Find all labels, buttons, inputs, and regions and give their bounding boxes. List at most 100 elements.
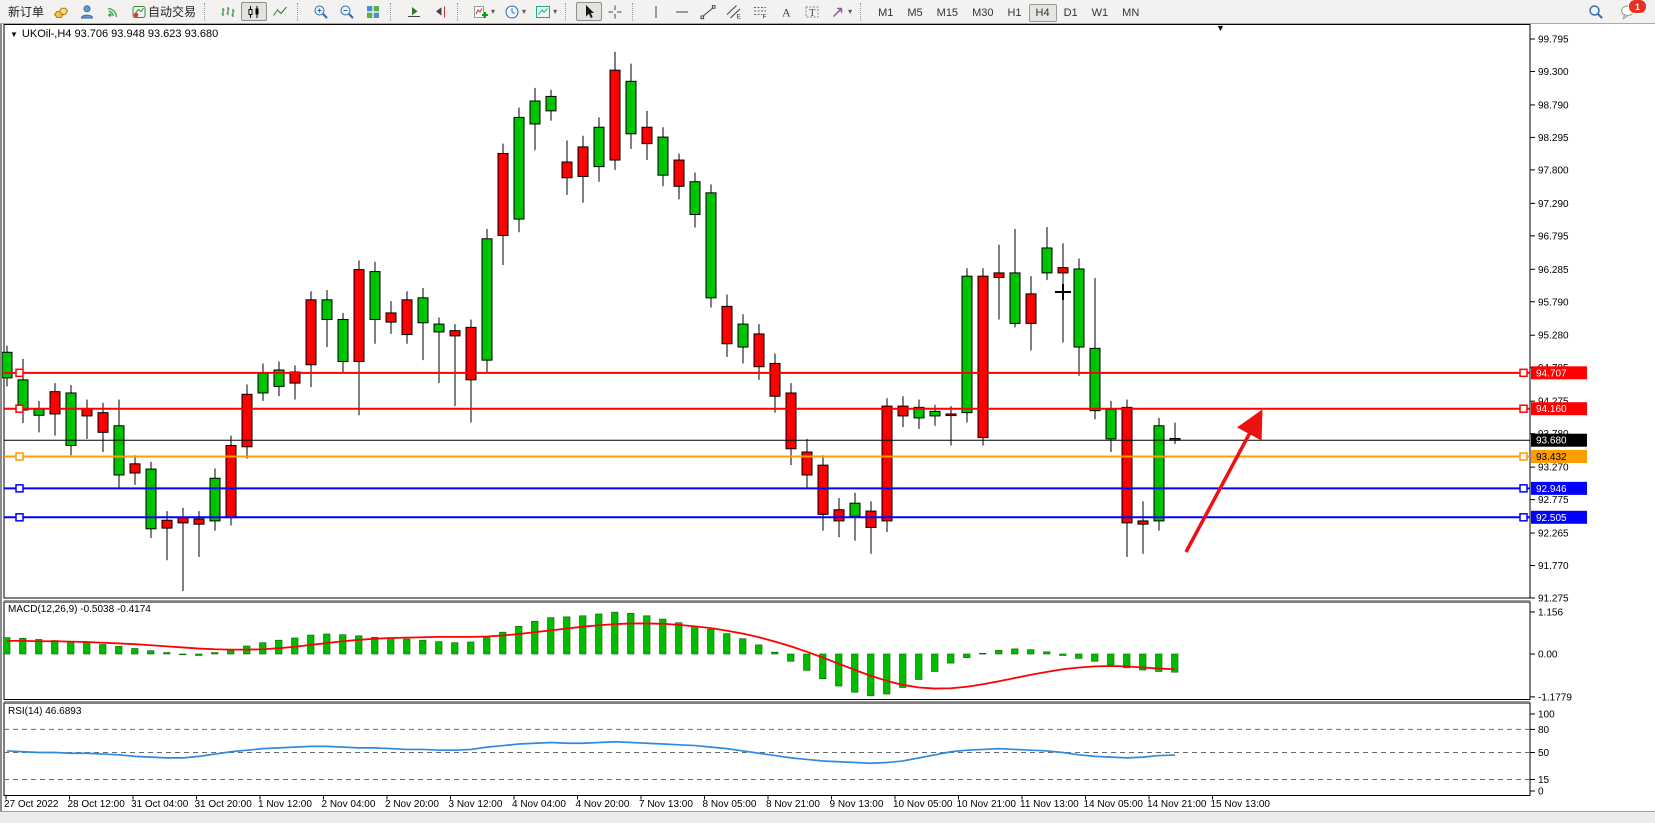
status-bar: [0, 811, 1655, 823]
axis-price-label: 92.946: [1531, 482, 1587, 495]
macd-bar: [852, 654, 859, 692]
macd-bar: [516, 626, 523, 654]
new-order-button[interactable]: 新订单: [4, 0, 48, 23]
candle: [402, 300, 412, 335]
macd-bar: [52, 641, 59, 654]
macd-bar: [996, 650, 1003, 654]
macd-bar: [932, 654, 939, 671]
arrows-button[interactable]: ▾: [825, 0, 856, 23]
search-icon[interactable]: [1583, 2, 1609, 21]
auto-trading-button[interactable]: 自动交易: [126, 0, 200, 23]
text-label-icon[interactable]: T: [799, 2, 825, 21]
periods-button[interactable]: ▾: [499, 0, 530, 23]
svg-text:2 Nov 20:00: 2 Nov 20:00: [385, 799, 439, 810]
collapse-arrow-icon[interactable]: ▼: [1216, 23, 1225, 33]
chart-title: ▼ UKOil-,H4 93.706 93.948 93.623 93.680: [10, 28, 218, 40]
macd-bar: [724, 634, 731, 654]
candle: [1106, 409, 1116, 439]
macd-bar: [580, 616, 587, 654]
svg-text:8 Nov 05:00: 8 Nov 05:00: [703, 799, 757, 810]
vertical-line-icon[interactable]: [643, 2, 669, 21]
macd-bar: [180, 654, 187, 655]
deposit-gold-icon[interactable]: [48, 2, 74, 21]
text-icon[interactable]: A: [773, 2, 799, 21]
svg-text:95.280: 95.280: [1538, 331, 1569, 342]
svg-text:A: A: [782, 5, 791, 19]
candle: [322, 300, 332, 320]
candle: [690, 182, 700, 215]
toolbar-right-tools: 1: [1583, 2, 1651, 21]
timeframe-button-M30[interactable]: M30: [965, 4, 1000, 22]
macd-bar: [676, 623, 683, 654]
line-chart-icon[interactable]: [267, 2, 293, 21]
signal-icon[interactable]: [100, 2, 126, 21]
timeframe-button-H4[interactable]: H4: [1029, 4, 1057, 22]
candle: [1058, 268, 1068, 273]
svg-text:T: T: [809, 7, 815, 18]
chart-canvas[interactable]: 99.79599.30098.79098.29597.80097.29096.7…: [0, 0, 1655, 823]
zoom-out-icon[interactable]: [334, 2, 360, 21]
candle: [98, 413, 108, 433]
window-left-edge: [0, 24, 2, 811]
timeframe-button-H1[interactable]: H1: [1000, 4, 1028, 22]
macd-bar: [836, 654, 843, 686]
svg-text:1 Nov 12:00: 1 Nov 12:00: [258, 799, 312, 810]
svg-text:4 Nov 20:00: 4 Nov 20:00: [576, 799, 630, 810]
timeframe-button-W1[interactable]: W1: [1085, 4, 1116, 22]
svg-text:92.946: 92.946: [1536, 484, 1567, 495]
trendline-icon[interactable]: [695, 2, 721, 21]
auto-scroll-icon[interactable]: [401, 2, 427, 21]
accounts-icon[interactable]: [74, 2, 100, 21]
chart-title-triangle-icon[interactable]: ▼: [10, 30, 18, 39]
templates-button[interactable]: ▾: [530, 0, 561, 23]
horizontal-line-icon[interactable]: [669, 2, 695, 21]
svg-text:28 Oct 12:00: 28 Oct 12:00: [68, 799, 126, 810]
svg-text:99.300: 99.300: [1538, 67, 1569, 78]
svg-text:1.156: 1.156: [1538, 607, 1563, 618]
macd-bar: [692, 626, 699, 654]
zoom-in-icon[interactable]: [308, 2, 334, 21]
candlestick-chart-icon[interactable]: [241, 2, 267, 21]
svg-text:94.707: 94.707: [1536, 368, 1567, 379]
svg-text:99.795: 99.795: [1538, 35, 1569, 46]
macd-bar: [916, 654, 923, 679]
timeframe-button-MN[interactable]: MN: [1115, 4, 1146, 22]
svg-text:95.790: 95.790: [1538, 297, 1569, 308]
tile-windows-icon[interactable]: [360, 2, 386, 21]
candle: [386, 313, 396, 322]
macd-bar: [1108, 654, 1115, 665]
candle: [82, 409, 92, 416]
svg-text:14 Nov 05:00: 14 Nov 05:00: [1084, 799, 1144, 810]
timeframe-button-M1[interactable]: M1: [871, 4, 900, 22]
candle: [210, 478, 220, 521]
candle: [530, 101, 540, 124]
candle: [626, 81, 636, 133]
macd-bar: [644, 616, 651, 654]
timeframe-button-D1[interactable]: D1: [1057, 4, 1085, 22]
axis-price-label: 92.505: [1531, 511, 1587, 524]
svg-text:11 Nov 13:00: 11 Nov 13:00: [1020, 799, 1079, 810]
macd-bar: [532, 621, 539, 654]
svg-text:92.505: 92.505: [1536, 513, 1567, 524]
macd-bar: [468, 642, 475, 654]
arrow-objects-icon: [829, 3, 847, 20]
clock-icon: [503, 3, 521, 20]
crosshair-icon[interactable]: [602, 2, 628, 21]
timeframe-button-M5[interactable]: M5: [900, 4, 929, 22]
timeframe-button-M15[interactable]: M15: [930, 4, 965, 22]
bar-chart-icon[interactable]: [215, 2, 241, 21]
candle: [546, 96, 556, 110]
chat-icon[interactable]: 1: [1615, 2, 1641, 21]
macd-bar: [564, 617, 571, 654]
svg-text:92.265: 92.265: [1538, 529, 1569, 540]
indicators-button[interactable]: ▾: [468, 0, 499, 23]
candle: [578, 147, 588, 177]
macd-bar: [612, 612, 619, 654]
macd-bar: [388, 638, 395, 654]
chart-shift-icon[interactable]: [427, 2, 453, 21]
equidistant-channel-icon[interactable]: E: [721, 2, 747, 21]
candle: [946, 414, 956, 416]
cursor-icon[interactable]: [576, 2, 602, 21]
candle: [1138, 521, 1148, 524]
fibonacci-icon[interactable]: F: [747, 2, 773, 21]
